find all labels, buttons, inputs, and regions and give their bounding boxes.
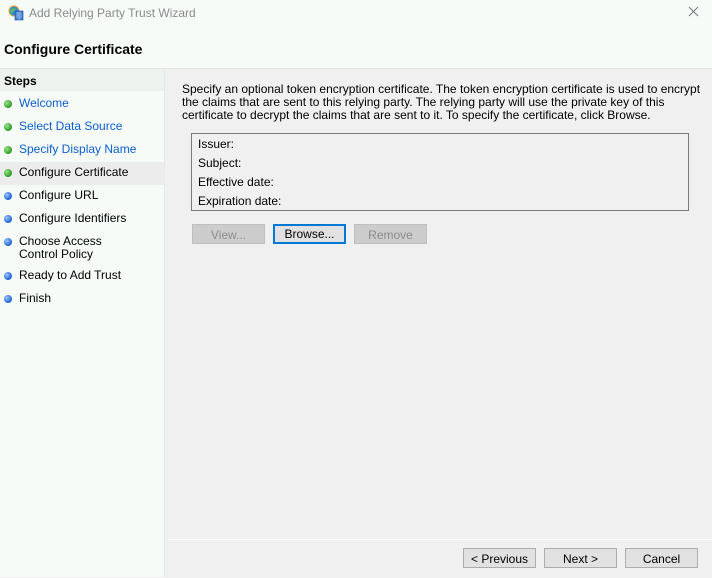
view-button[interactable]: View... bbox=[192, 224, 265, 244]
step-configure-identifiers: Configure Identifiers bbox=[0, 208, 164, 231]
step-configure-certificate: Configure Certificate bbox=[0, 162, 164, 185]
step-choose-access-control-policy: Choose Access Control Policy bbox=[0, 231, 164, 265]
description-text: Specify an optional token encryption cer… bbox=[182, 82, 701, 122]
main-content: Specify an optional token encryption cer… bbox=[168, 69, 712, 539]
title-bar: Add Relying Party Trust Wizard bbox=[0, 0, 712, 30]
pending-step-icon bbox=[4, 215, 12, 223]
step-label: Ready to Add Trust bbox=[19, 268, 122, 282]
close-button[interactable] bbox=[680, 2, 706, 24]
completed-step-icon bbox=[4, 100, 12, 108]
effective-date-label: Effective date: bbox=[198, 175, 274, 189]
page-header: Configure Certificate bbox=[0, 30, 712, 69]
steps-heading: Steps bbox=[0, 69, 164, 91]
expiration-date-label: Expiration date: bbox=[198, 194, 282, 208]
step-label[interactable]: Welcome bbox=[19, 96, 69, 110]
pending-step-icon bbox=[4, 192, 12, 200]
previous-button[interactable]: < Previous bbox=[463, 548, 536, 568]
step-ready-to-add-trust: Ready to Add Trust bbox=[0, 265, 164, 288]
step-label: Configure Certificate bbox=[19, 165, 129, 179]
subject-label: Subject: bbox=[198, 156, 242, 170]
completed-step-icon bbox=[4, 146, 12, 154]
cancel-button[interactable]: Cancel bbox=[625, 548, 698, 568]
step-label: Configure URL bbox=[19, 188, 99, 202]
pending-step-icon bbox=[4, 295, 12, 303]
close-icon bbox=[688, 6, 699, 20]
sidebar-divider bbox=[165, 69, 167, 577]
window-title: Add Relying Party Trust Wizard bbox=[29, 6, 196, 20]
browse-button[interactable]: Browse... bbox=[273, 224, 346, 244]
next-button[interactable]: Next > bbox=[544, 548, 617, 568]
page-title: Configure Certificate bbox=[4, 41, 143, 57]
step-label[interactable]: Select Data Source bbox=[19, 119, 122, 133]
pending-step-icon bbox=[4, 272, 12, 280]
pending-step-icon bbox=[4, 238, 12, 246]
step-configure-url: Configure URL bbox=[0, 185, 164, 208]
step-select-data-source[interactable]: Select Data Source bbox=[0, 116, 164, 139]
step-label: Choose Access Control Policy bbox=[19, 234, 102, 261]
step-label: Finish bbox=[19, 291, 52, 305]
issuer-label: Issuer: bbox=[198, 137, 235, 151]
step-finish: Finish bbox=[0, 288, 164, 311]
wizard-footer: < Previous Next > Cancel bbox=[168, 539, 712, 578]
completed-step-icon bbox=[4, 123, 12, 131]
step-specify-display-name[interactable]: Specify Display Name bbox=[0, 139, 164, 162]
certificate-info-box: Issuer: Subject: Effective date: Expirat… bbox=[191, 133, 689, 211]
step-welcome[interactable]: Welcome bbox=[0, 93, 164, 116]
wizard-globe-icon bbox=[8, 5, 24, 21]
steps-sidebar: Steps Welcome Select Data Source Specify… bbox=[0, 69, 165, 577]
step-label: Configure Identifiers bbox=[19, 211, 127, 225]
remove-button[interactable]: Remove bbox=[354, 224, 427, 244]
current-step-icon bbox=[4, 169, 12, 177]
step-label[interactable]: Specify Display Name bbox=[19, 142, 136, 156]
